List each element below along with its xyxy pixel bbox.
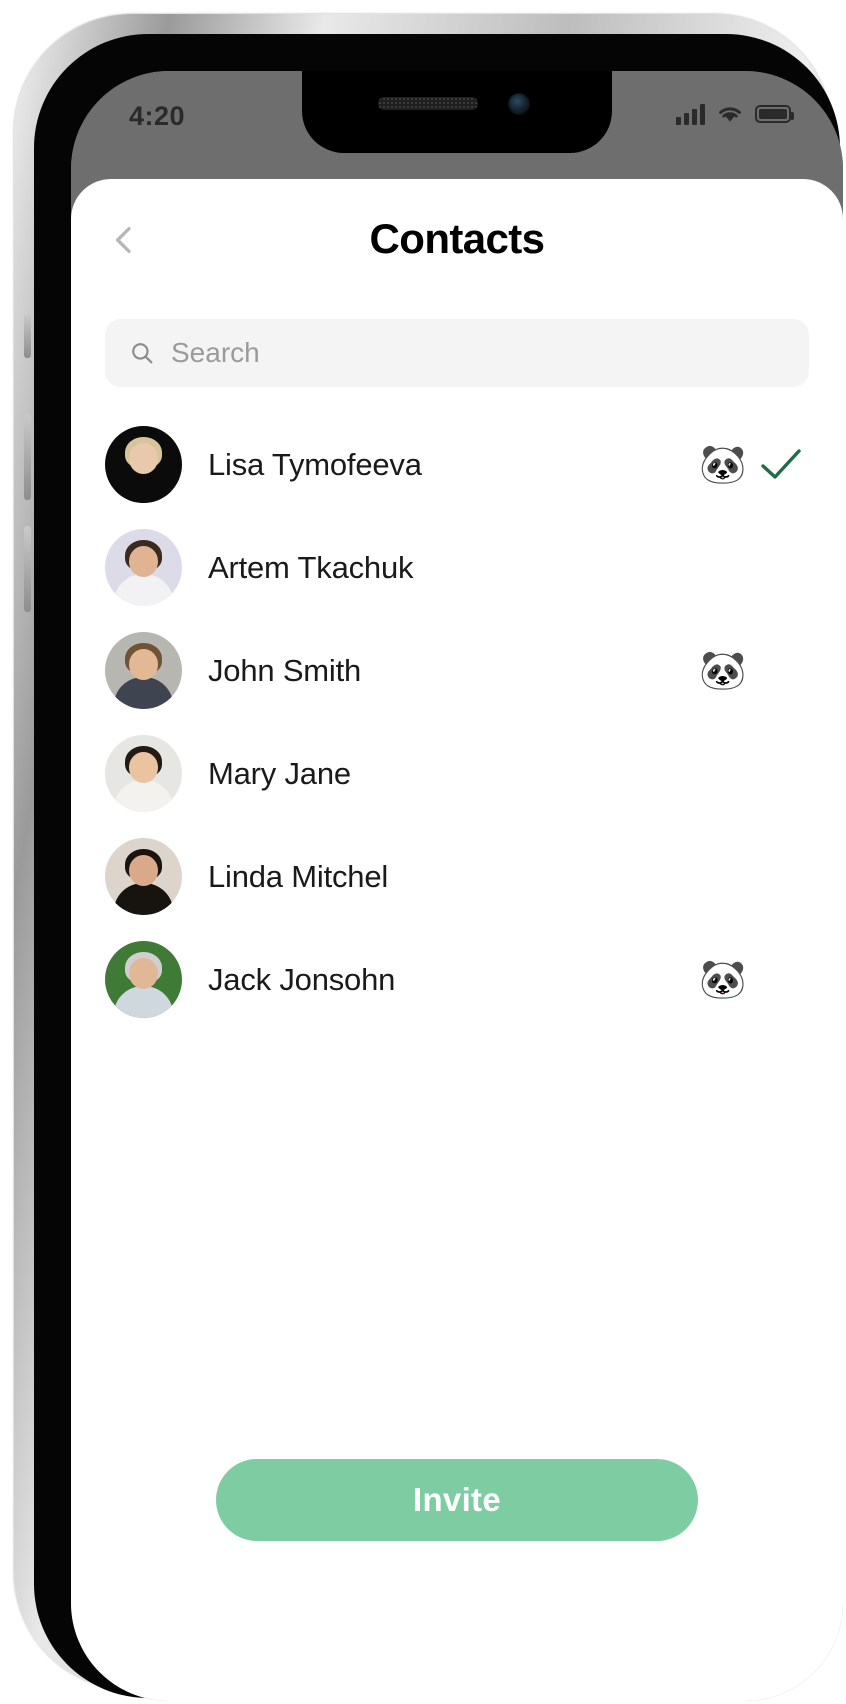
contact-row[interactable]: Linda Mitchel [105,825,809,928]
avatar [105,941,182,1018]
avatar [105,735,182,812]
status-bar: 4:20 [71,71,843,181]
contact-name: Linda Mitchel [208,858,389,894]
search-input[interactable] [169,336,785,370]
selected-check-icon[interactable] [753,860,809,894]
volume-up-button[interactable] [24,414,31,500]
selected-check-icon[interactable] [753,551,809,585]
phone-screen: 4:20 Contacts Search Lisa Tymofeeva 🐼 Ar… [71,71,843,1701]
notch [302,71,612,153]
contact-row[interactable]: Mary Jane [105,722,809,825]
status-bar-time: 4:20 [129,101,186,131]
invite-button[interactable]: Invite [216,1459,698,1541]
selected-check-icon[interactable] [753,757,809,791]
selected-check-icon[interactable] [753,448,809,482]
silent-switch-button[interactable] [24,314,31,358]
screenshot-stage: 4:20 Contacts Search Lisa Tymofeeva 🐼 Ar… [0,0,846,1704]
avatar [105,426,182,503]
page-title: Contacts [369,215,545,262]
contact-list: Lisa Tymofeeva 🐼 Artem Tkachuk John Smith 🐼 M… [71,413,843,1031]
selected-check-icon[interactable] [753,963,809,997]
avatar [105,632,182,709]
selected-check-icon[interactable] [753,654,809,688]
volume-down-button[interactable] [24,526,31,612]
avatar [105,838,182,915]
phone-frame: 4:20 Contacts Search Lisa Tymofeeva 🐼 Ar… [14,14,843,1701]
phone-bezel: 4:20 Contacts Search Lisa Tymofeeva 🐼 Ar… [34,34,843,1701]
app-sheet: Contacts Lisa Tymofeeva 🐼 Artem Tkachuk Joh… [71,179,843,1701]
panda-badge-icon: 🐼 [699,958,747,1001]
earpiece-speaker-icon [378,97,478,110]
contact-name: Lisa Tymofeeva [208,446,422,482]
contact-row[interactable]: Lisa Tymofeeva 🐼 [105,413,809,516]
panda-badge-icon: 🐼 [699,443,747,486]
invite-footer: Invite [71,1459,843,1541]
cellular-bars-icon [676,103,705,125]
contact-name: Mary Jane [208,755,351,791]
panda-badge-icon: 🐼 [699,649,747,692]
contact-name: Jack Jonsohn [208,961,396,997]
navigation-bar: Contacts [71,179,843,319]
search-bar[interactable] [105,319,809,387]
contact-row[interactable]: Artem Tkachuk [105,516,809,619]
search-icon [132,343,153,364]
contact-name: Artem Tkachuk [208,549,414,585]
avatar [105,529,182,606]
contact-row[interactable]: Jack Jonsohn 🐼 [105,928,809,1031]
status-bar-icons [676,103,794,125]
front-camera-icon [508,93,530,115]
contact-row[interactable]: John Smith 🐼 [105,619,809,722]
wifi-icon [719,107,741,122]
contact-name: John Smith [208,652,362,688]
battery-full-icon [755,105,794,123]
